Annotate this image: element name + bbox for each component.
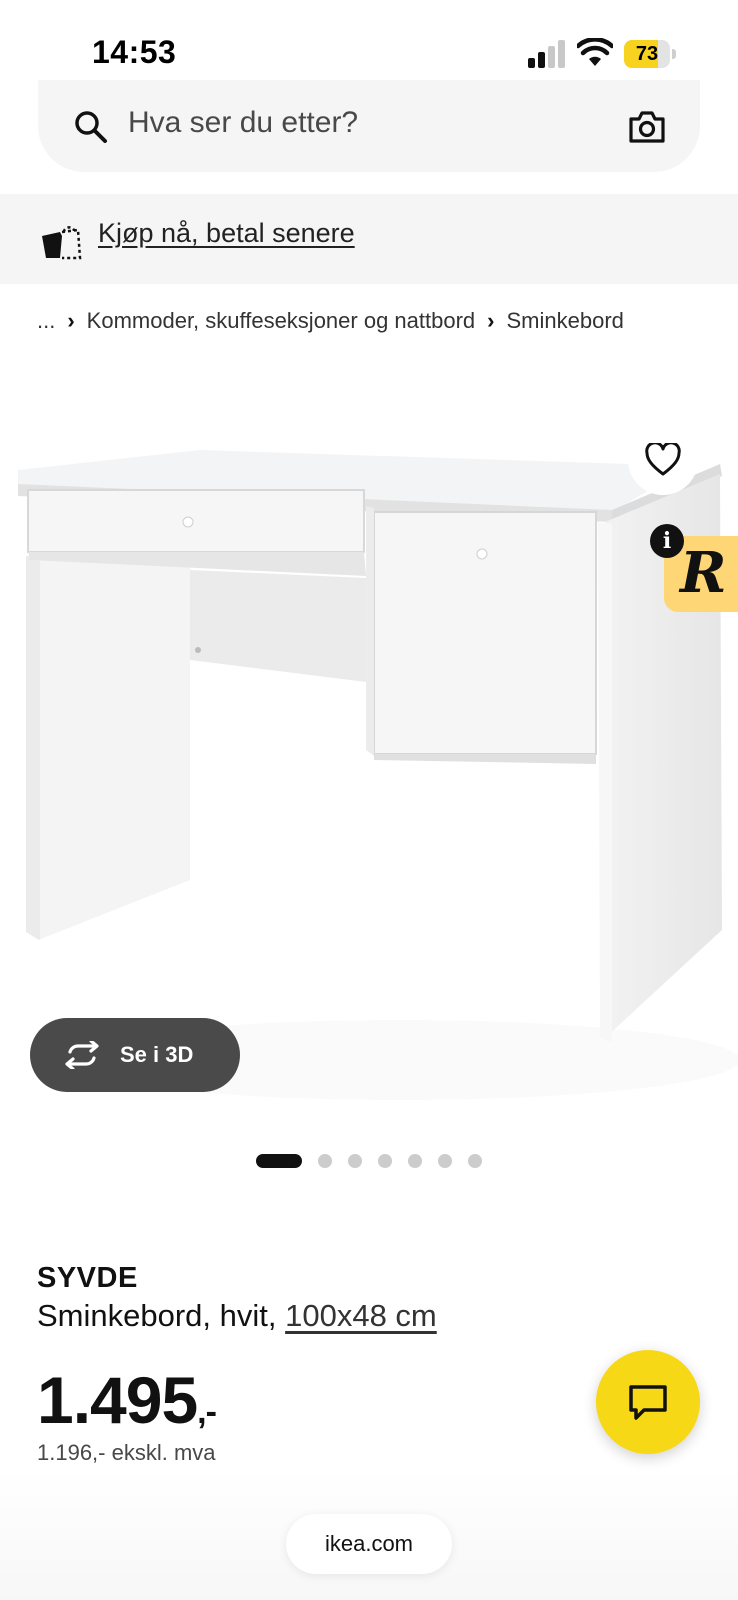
breadcrumb-item-category[interactable]: Kommoder, skuffeseksjoner og nattbord [87,308,475,333]
wifi-icon [577,38,613,66]
carousel-dot[interactable] [408,1154,422,1168]
price-ex-vat: 1.196,- ekskl. mva [37,1440,216,1465]
product-size-link[interactable]: 100x48 cm [285,1298,437,1333]
carousel-dots [256,1154,498,1168]
battery-percent: 73 [635,43,659,65]
carousel-dot-active[interactable] [256,1154,302,1168]
favorite-button[interactable] [628,425,698,495]
info-icon[interactable]: i [650,524,684,558]
product-description: Sminkebord, hvit, 100x48 cm [37,1298,437,1334]
search-input[interactable]: Hva ser du etter? [128,106,358,140]
carousel-dot[interactable] [378,1154,392,1168]
view-3d-button[interactable]: Se i 3D [30,1018,240,1092]
chat-icon [629,1385,667,1420]
battery-icon: 73 [624,40,676,68]
carousel-dot[interactable] [318,1154,332,1168]
carousel-dot[interactable] [348,1154,362,1168]
breadcrumb: ... › Kommoder, skuffeseksjoner og nattbor… [37,308,624,334]
product-name: SYVDE [37,1262,138,1294]
carousel-dot[interactable] [438,1154,452,1168]
view-3d-label: Se i 3D [120,1042,194,1067]
heart-icon [645,443,681,476]
chevron-right-icon: › [67,308,75,333]
chat-button[interactable] [596,1350,700,1454]
rakuten-logo: R [680,540,727,606]
price-suffix: ,- [197,1393,217,1431]
bnpl-icon [42,226,82,260]
product-type: Sminkebord, hvit, [37,1298,286,1333]
price-amount: 1.495 [37,1363,198,1437]
breadcrumb-item-current[interactable]: Sminkebord [506,308,623,333]
product-price: 1.495,- [37,1362,217,1438]
browser-url-pill[interactable]: ikea.com [286,1514,452,1574]
camera-icon[interactable] [628,110,666,144]
carousel-dot[interactable] [468,1154,482,1168]
signal-icon [528,40,565,68]
breadcrumb-ellipsis[interactable]: ... [37,308,55,333]
buy-now-pay-later-link[interactable]: Kjøp nå, betal senere [98,218,355,249]
search-icon[interactable] [74,110,108,144]
rotate-3d-icon [65,1041,99,1069]
status-time: 14:53 [92,34,177,70]
chevron-right-icon: › [487,308,495,333]
